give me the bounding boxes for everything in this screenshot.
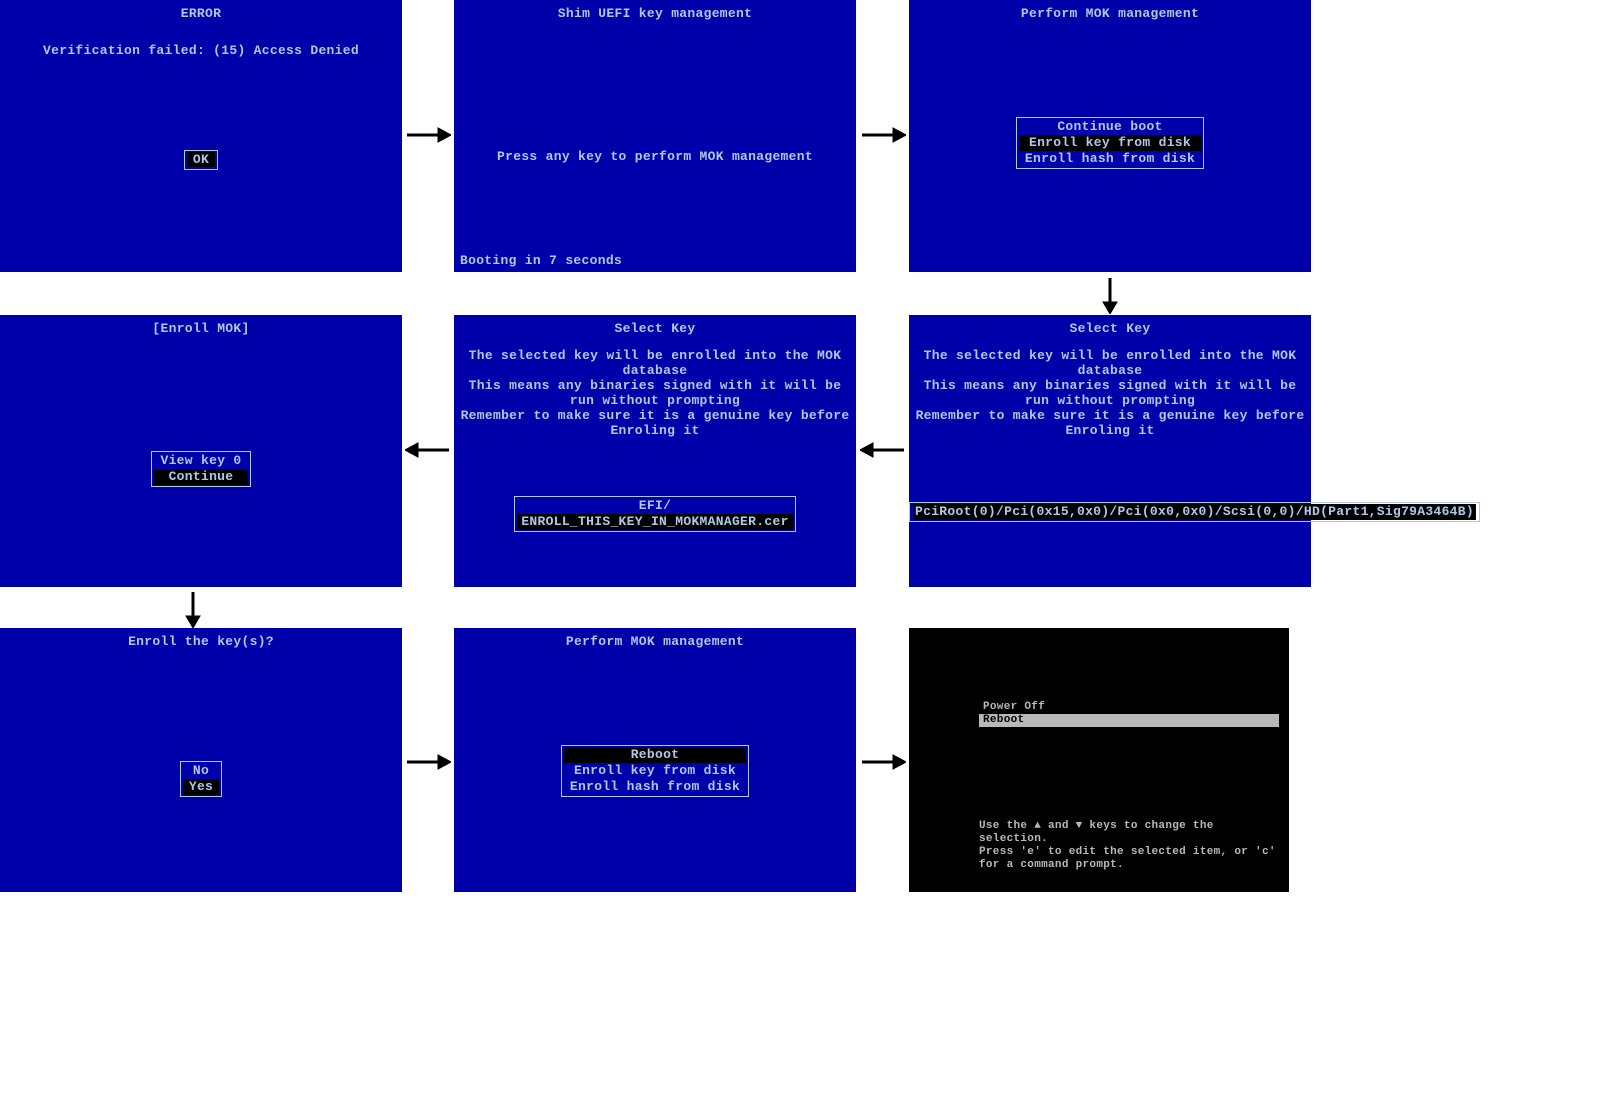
mok-management-screen-1: Perform MOK management Continue boot Enr… — [909, 0, 1311, 272]
sk4-line3: Remember to make sure it is a genuine ke… — [909, 408, 1311, 438]
mok-title-2: Perform MOK management — [454, 628, 856, 649]
sk4-line2: This means any binaries signed with it w… — [909, 378, 1311, 408]
mok-menu-2: Reboot Enroll key from disk Enroll hash … — [561, 745, 749, 797]
grub-hint-1: Use the ▲ and ▼ keys to change the selec… — [979, 820, 1289, 846]
enroll-confirm-menu: No Yes — [180, 761, 222, 797]
error-title: ERROR — [0, 0, 402, 21]
continue-boot-item[interactable]: Continue boot — [1025, 119, 1195, 135]
select-key-pci-screen: Select Key The selected key will be enro… — [909, 315, 1311, 587]
no-item[interactable]: No — [189, 763, 213, 779]
arrow-icon — [183, 590, 203, 628]
arrow-icon — [405, 752, 451, 772]
grub-poweroff[interactable]: Power Off — [979, 701, 1279, 714]
arrow-icon — [860, 125, 906, 145]
arrow-icon — [1100, 276, 1120, 314]
arrow-icon — [860, 440, 906, 460]
grub-footer: Use the ▲ and ▼ keys to change the selec… — [979, 820, 1289, 872]
arrow-icon — [405, 125, 451, 145]
pci-path-menu: PciRoot(0)/Pci(0x15,0x0)/Pci(0x0,0x0)/Sc… — [909, 502, 1480, 522]
error-screen: ERROR Verification failed: (15) Access D… — [0, 0, 402, 272]
select-key-title-1: Select Key — [909, 315, 1311, 336]
reboot-item[interactable]: Reboot — [564, 747, 746, 763]
grub-reboot[interactable]: Reboot — [979, 714, 1279, 727]
pci-path-item[interactable]: PciRoot(0)/Pci(0x15,0x0)/Pci(0x0,0x0)/Sc… — [913, 504, 1476, 520]
enroll-hash-item-2[interactable]: Enroll hash from disk — [570, 779, 740, 795]
view-key-item[interactable]: View key 0 — [160, 453, 241, 469]
shim-footer: Booting in 7 seconds — [460, 253, 622, 268]
arrow-icon — [405, 440, 451, 460]
enroll-confirm-title: Enroll the key(s)? — [0, 628, 402, 649]
grub-hint-2: Press 'e' to edit the selected item, or … — [979, 846, 1289, 872]
sk5-line2: This means any binaries signed with it w… — [454, 378, 856, 408]
enroll-confirm-screen: Enroll the key(s)? No Yes — [0, 628, 402, 892]
grub-screen: Power Off Reboot Use the ▲ and ▼ keys to… — [909, 628, 1289, 892]
sk5-line1: The selected key will be enrolled into t… — [454, 348, 856, 378]
enroll-key-item[interactable]: Enroll key from disk — [1019, 135, 1201, 151]
enroll-mok-title: [Enroll MOK] — [0, 315, 402, 336]
mok-management-screen-2: Perform MOK management Reboot Enroll key… — [454, 628, 856, 892]
select-key-title-2: Select Key — [454, 315, 856, 336]
ok-button[interactable]: OK — [184, 150, 218, 170]
arrow-icon — [860, 752, 906, 772]
enroll-mok-screen: [Enroll MOK] View key 0 Continue — [0, 315, 402, 587]
sk4-line1: The selected key will be enrolled into t… — [909, 348, 1311, 378]
efi-path-1[interactable]: EFI/ — [521, 498, 788, 514]
ok-label: OK — [187, 152, 215, 167]
yes-item[interactable]: Yes — [183, 779, 219, 795]
enroll-key-item-2[interactable]: Enroll key from disk — [570, 763, 740, 779]
grub-menu: Power Off Reboot — [979, 701, 1279, 727]
enroll-hash-item[interactable]: Enroll hash from disk — [1025, 151, 1195, 167]
mok-menu-1: Continue boot Enroll key from disk Enrol… — [1016, 117, 1204, 169]
select-key-efi-screen: Select Key The selected key will be enro… — [454, 315, 856, 587]
mok-title-1: Perform MOK management — [909, 0, 1311, 21]
efi-path-menu: EFI/ ENROLL_THIS_KEY_IN_MOKMANAGER.cer — [514, 496, 795, 532]
error-message: Verification failed: (15) Access Denied — [0, 43, 402, 58]
shim-message: Press any key to perform MOK management — [454, 149, 856, 164]
sk5-line3: Remember to make sure it is a genuine ke… — [454, 408, 856, 438]
enroll-mok-menu: View key 0 Continue — [151, 451, 250, 487]
shim-screen: Shim UEFI key management Press any key t… — [454, 0, 856, 272]
efi-path-2[interactable]: ENROLL_THIS_KEY_IN_MOKMANAGER.cer — [517, 514, 792, 530]
shim-title: Shim UEFI key management — [454, 0, 856, 21]
continue-item[interactable]: Continue — [154, 469, 247, 485]
